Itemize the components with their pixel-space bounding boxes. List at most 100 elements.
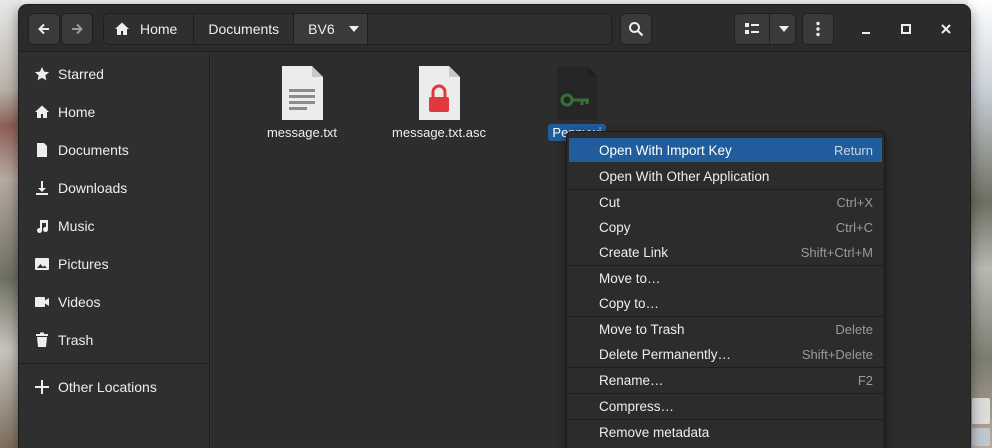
menu-item-label: Rename…: [599, 372, 664, 388]
menu-item-shortcut: F2: [857, 372, 873, 388]
path-bar: Home Documents BV6: [103, 13, 612, 45]
wallpaper-right: [968, 0, 992, 448]
file-name: message.txt: [266, 125, 338, 140]
sidebar-item-starred[interactable]: Starred: [19, 56, 209, 92]
menu-item-copy-to[interactable]: Copy to…: [569, 291, 882, 315]
menu-item-shortcut: Shift+Ctrl+M: [800, 244, 873, 260]
menu-item-open-with-import-key[interactable]: Open With Import Key Return: [569, 138, 882, 162]
sidebar-item-label: Pictures: [58, 256, 109, 272]
sidebar-item-downloads[interactable]: Downloads: [19, 170, 209, 206]
path-home[interactable]: Home: [104, 14, 195, 44]
sidebar-item-label: Documents: [58, 142, 129, 158]
search-icon: [629, 22, 644, 37]
sidebar-item-label: Downloads: [58, 180, 128, 196]
document-icon: [34, 142, 50, 158]
menu-item-shortcut: Ctrl+X: [836, 194, 873, 210]
arrow-right-icon: [72, 23, 83, 35]
file-item[interactable]: message.txt.asc: [379, 64, 499, 141]
menu-item-remove-metadata[interactable]: Remove metadata: [569, 420, 882, 444]
menu-item-label: Copy: [599, 219, 631, 235]
file-name: message.txt.asc: [392, 125, 486, 140]
desktop-window-edge-2: [972, 428, 990, 446]
menu-item-shortcut: Shift+Delete: [801, 346, 873, 362]
trash-icon: [34, 332, 50, 348]
path-segment-documents[interactable]: Documents: [194, 14, 295, 44]
menu-item-delete-permanently[interactable]: Delete Permanently… Shift+Delete: [569, 342, 882, 366]
view-toggle-divider: [769, 14, 770, 44]
picture-icon: [34, 256, 50, 272]
menu-item-label: Remove metadata: [599, 424, 710, 440]
sidebar: Starred Home Documents Downloads Music P…: [19, 52, 210, 448]
file-manager-window: Home Documents BV6 Starred Home Document…: [19, 5, 970, 448]
menu-button[interactable]: [802, 13, 834, 45]
minimize-icon: [862, 32, 870, 34]
sidebar-item-label: Starred: [58, 66, 104, 82]
home-icon: [34, 104, 50, 120]
menu-item-label: Delete Permanently…: [599, 346, 732, 362]
sidebar-item-other-locations[interactable]: Other Locations: [19, 369, 209, 405]
text-file-icon: [279, 64, 325, 122]
file-item[interactable]: message.txt: [242, 64, 362, 141]
menu-item-move-to[interactable]: Move to…: [569, 266, 882, 290]
menu-item-label: Move to Trash: [599, 321, 685, 337]
forward-button[interactable]: [61, 13, 93, 45]
path-home-label: Home: [140, 21, 178, 37]
menu-item-compress[interactable]: Compress…: [569, 394, 882, 418]
sidebar-item-music[interactable]: Music: [19, 208, 209, 244]
list-view-icon: [745, 23, 759, 34]
menu-item-label: Open With Other Application: [599, 168, 770, 184]
home-icon: [115, 22, 129, 35]
path-segment-current[interactable]: BV6: [294, 14, 368, 44]
sidebar-item-videos[interactable]: Videos: [19, 284, 209, 320]
sidebar-item-label: Other Locations: [58, 379, 157, 395]
sidebar-item-home[interactable]: Home: [19, 94, 209, 130]
path-segment-label: Documents: [208, 21, 280, 37]
sidebar-item-trash[interactable]: Trash: [19, 322, 209, 358]
desktop-window-edge: [972, 398, 990, 424]
video-icon: [34, 294, 50, 310]
maximize-button[interactable]: [892, 15, 920, 43]
minimize-button[interactable]: [852, 15, 880, 43]
context-menu: Open With Import Key Return Open With Ot…: [566, 131, 885, 448]
menu-item-move-to-trash[interactable]: Move to Trash Delete: [569, 317, 882, 341]
plus-icon: [34, 379, 50, 395]
menu-item-label: Create Link: [599, 244, 669, 260]
menu-item-label: Open With Import Key: [599, 142, 732, 158]
menu-item-label: Compress…: [599, 398, 675, 414]
arrow-left-icon: [38, 23, 49, 35]
back-button[interactable]: [28, 13, 60, 45]
file-item-selected[interactable]: Pennywi: [517, 64, 637, 141]
menu-item-cut[interactable]: Cut Ctrl+X: [569, 190, 882, 214]
close-button[interactable]: [932, 15, 960, 43]
menu-item-shortcut: Delete: [835, 321, 873, 337]
menu-item-copy[interactable]: Copy Ctrl+C: [569, 215, 882, 239]
kebab-menu-icon: [816, 21, 820, 37]
menu-item-create-link[interactable]: Create Link Shift+Ctrl+M: [569, 240, 882, 264]
menu-item-shortcut: Ctrl+C: [835, 219, 873, 235]
path-segment-label: BV6: [308, 21, 335, 37]
locked-file-icon: [416, 64, 462, 122]
sidebar-item-label: Home: [58, 104, 96, 120]
sidebar-item-label: Videos: [58, 294, 101, 310]
menu-item-shortcut: Return: [833, 142, 873, 158]
music-icon: [34, 218, 50, 234]
chevron-down-icon: [779, 26, 789, 32]
view-toggle-button[interactable]: [734, 13, 796, 45]
search-button[interactable]: [620, 13, 652, 45]
menu-item-open-with-other[interactable]: Open With Other Application: [569, 164, 882, 188]
download-icon: [34, 180, 50, 196]
header-bar: Home Documents BV6: [19, 5, 970, 52]
sidebar-item-pictures[interactable]: Pictures: [19, 246, 209, 282]
close-icon: [941, 24, 951, 34]
sidebar-item-label: Trash: [58, 332, 94, 348]
star-icon: [34, 66, 50, 82]
chevron-down-icon: [348, 26, 359, 32]
menu-item-label: Move to…: [599, 270, 661, 286]
menu-item-label: Cut: [599, 194, 621, 210]
sidebar-separator: [19, 363, 209, 364]
menu-item-label: Copy to…: [599, 295, 660, 311]
key-file-icon: [554, 64, 600, 122]
sidebar-item-documents[interactable]: Documents: [19, 132, 209, 168]
sidebar-item-label: Music: [58, 218, 95, 234]
menu-item-rename[interactable]: Rename… F2: [569, 368, 882, 392]
